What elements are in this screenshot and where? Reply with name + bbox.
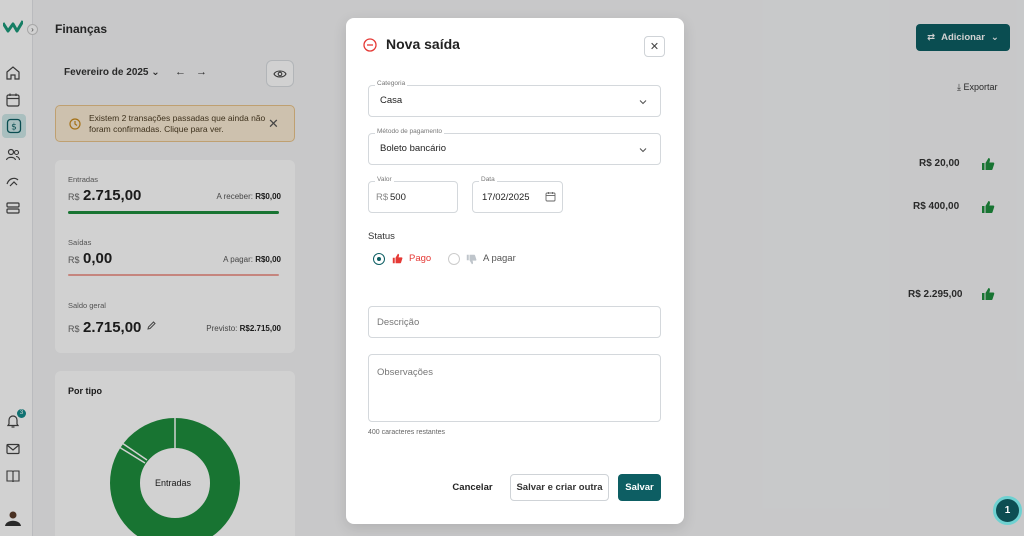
payment-method-select[interactable]: Método de pagamento Boleto bancário (368, 128, 661, 165)
description-input[interactable]: Descrição (368, 306, 661, 338)
cancel-button[interactable]: Cancelar (444, 474, 501, 501)
category-select[interactable]: Categoria Casa (368, 80, 661, 117)
observations-placeholder: Observações (377, 367, 433, 378)
value-label: Valor (375, 176, 394, 183)
status-label: Status (368, 231, 395, 242)
status-radio-pago[interactable] (373, 253, 385, 265)
status-radio-a-pagar[interactable] (448, 253, 460, 265)
status-option-pago[interactable]: Pago (409, 253, 431, 264)
thumbs-down-icon (466, 254, 477, 265)
value-input[interactable]: Valor R$ 500 (368, 176, 458, 213)
payment-method-label: Método de pagamento (375, 128, 445, 135)
category-label: Categoria (375, 80, 408, 87)
save-button[interactable]: Salvar (618, 474, 661, 501)
close-modal-button[interactable]: ✕ (644, 36, 665, 57)
help-fab-button[interactable]: 1 (993, 496, 1022, 525)
save-and-new-button[interactable]: Salvar e criar outra (510, 474, 609, 501)
description-placeholder: Descrição (377, 317, 420, 328)
observations-textarea[interactable]: Observações (368, 354, 661, 422)
thumbs-up-icon (392, 253, 403, 264)
status-option-a-pagar[interactable]: A pagar (483, 253, 516, 264)
new-expense-modal: Nova saída ✕ Categoria Casa Método de pa… (346, 18, 684, 524)
date-value: 17/02/2025 (482, 192, 530, 203)
value-prefix: R$ (376, 192, 389, 203)
minus-circle-icon (363, 38, 377, 52)
value-amount: 500 (390, 192, 406, 203)
modal-title: Nova saída (386, 36, 460, 52)
chars-remaining: 400 caracteres restantes (368, 429, 446, 436)
date-input[interactable]: Data 17/02/2025 (472, 176, 563, 213)
chevron-down-icon (639, 100, 647, 105)
close-icon: ✕ (649, 41, 660, 53)
category-value: Casa (380, 95, 403, 106)
chevron-down-icon (639, 148, 647, 153)
date-label: Data (479, 176, 497, 183)
calendar-icon[interactable] (545, 191, 556, 202)
payment-method-value: Boleto bancário (380, 143, 447, 154)
